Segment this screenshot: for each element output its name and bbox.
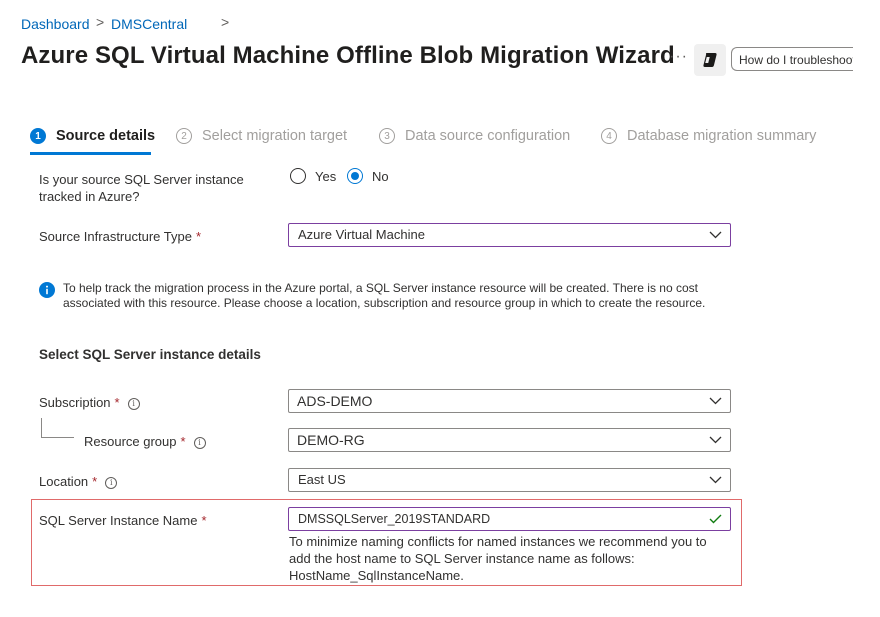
resource-group-dropdown[interactable]: DEMO-RG	[288, 428, 731, 452]
step-number: 2	[176, 128, 192, 144]
radio-yes-label[interactable]: Yes	[315, 169, 336, 184]
required-indicator: *	[195, 229, 202, 244]
input-value: DMSSQLServer_2019STANDARD	[298, 512, 491, 526]
step-label: Database migration summary	[627, 128, 817, 144]
dropdown-value: DEMO-RG	[297, 432, 365, 448]
step-number: 4	[601, 128, 617, 144]
location-dropdown[interactable]: East US	[288, 468, 731, 492]
step-select-migration-target[interactable]: 2 Select migration target	[176, 128, 347, 144]
page-title: Azure SQL Virtual Machine Offline Blob M…	[21, 42, 675, 69]
troubleshoot-button[interactable]: How do I troubleshoot	[731, 47, 853, 71]
step-number: 1	[30, 128, 46, 144]
tree-connector	[41, 418, 74, 438]
tracked-in-azure-label: Is your source SQL Server instance track…	[39, 172, 244, 204]
breadcrumb-separator: >	[221, 14, 230, 30]
instance-name-help-text: To minimize naming conflicts for named i…	[289, 534, 707, 583]
radio-no-label[interactable]: No	[372, 169, 389, 184]
active-step-indicator	[30, 152, 151, 155]
info-icon	[39, 282, 55, 298]
required-indicator: *	[114, 395, 120, 410]
chevron-down-icon	[709, 476, 722, 484]
location-label: Location * i	[39, 473, 118, 490]
required-indicator: *	[92, 474, 98, 489]
section-heading: Select SQL Server instance details	[39, 347, 261, 362]
chevron-down-icon	[709, 436, 722, 444]
required-indicator: *	[201, 513, 207, 528]
dropdown-value: East US	[298, 472, 346, 487]
subscription-dropdown[interactable]: ADS-DEMO	[288, 389, 731, 413]
checkmark-icon	[709, 514, 722, 524]
info-icon[interactable]: i	[193, 436, 206, 449]
step-label: Data source configuration	[405, 128, 571, 144]
step-source-details[interactable]: 1 Source details	[30, 128, 155, 144]
more-options-button[interactable]: ···	[669, 48, 688, 66]
info-message: To help track the migration process in t…	[63, 281, 706, 310]
copilot-button[interactable]	[694, 44, 726, 76]
subscription-label: Subscription * i	[39, 394, 140, 411]
source-infrastructure-type-label: Source Infrastructure Type *	[39, 229, 202, 244]
sql-server-instance-name-input[interactable]: DMSSQLServer_2019STANDARD	[288, 507, 731, 531]
resource-group-label: Resource group * i	[84, 433, 206, 450]
step-number: 3	[379, 128, 395, 144]
step-database-migration-summary[interactable]: 4 Database migration summary	[601, 128, 816, 144]
breadcrumb-dmscentral[interactable]: DMSCentral	[111, 16, 187, 32]
info-icon[interactable]: i	[105, 476, 118, 489]
copilot-icon	[703, 53, 717, 67]
step-label: Select migration target	[202, 128, 348, 144]
step-label: Source details	[56, 128, 156, 144]
dropdown-value: ADS-DEMO	[297, 393, 373, 409]
radio-no[interactable]	[347, 168, 363, 184]
step-data-source-configuration[interactable]: 3 Data source configuration	[379, 128, 570, 144]
source-infrastructure-type-dropdown[interactable]: Azure Virtual Machine	[288, 223, 731, 247]
sql-server-instance-name-label: SQL Server Instance Name *	[39, 513, 207, 528]
chevron-down-icon	[709, 231, 722, 239]
breadcrumb-separator: >	[96, 14, 105, 30]
required-indicator: *	[180, 434, 186, 449]
breadcrumb-dashboard[interactable]: Dashboard	[21, 16, 90, 32]
info-icon[interactable]: i	[127, 397, 140, 410]
radio-yes[interactable]	[290, 168, 306, 184]
chevron-down-icon	[709, 397, 722, 405]
dropdown-value: Azure Virtual Machine	[298, 227, 425, 242]
